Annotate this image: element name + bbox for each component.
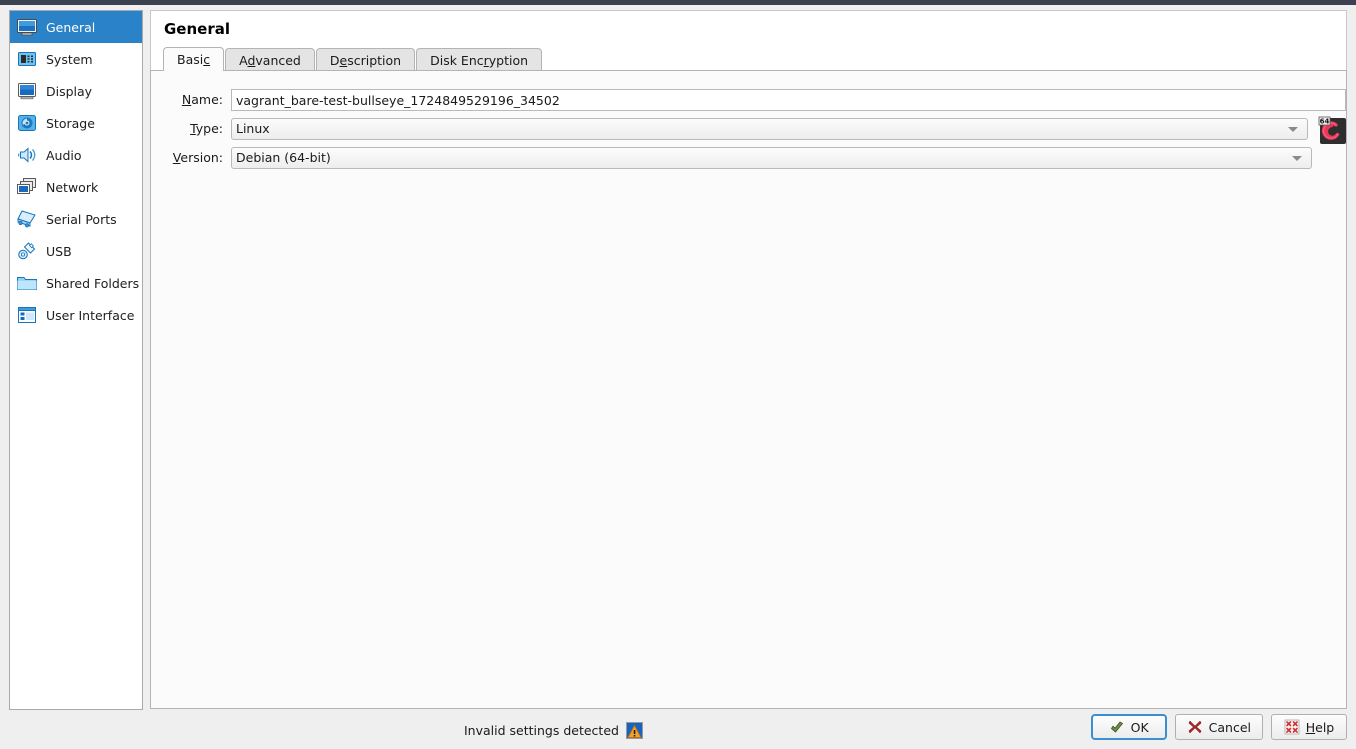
sidebar-item-shared-folders[interactable]: Shared Folders <box>10 267 142 299</box>
tab-description[interactable]: Description <box>315 48 416 71</box>
help-arrows-icon <box>1284 719 1300 735</box>
sidebar-item-user-interface[interactable]: User Interface <box>10 299 142 331</box>
tab-basic[interactable]: Basic <box>163 47 225 71</box>
name-input-value: vagrant_bare-test-bullseye_1724849529196… <box>236 92 560 108</box>
motherboard-icon <box>15 47 39 71</box>
sidebar-item-label: Serial Ports <box>46 211 117 227</box>
sidebar-item-label: User Interface <box>46 307 135 323</box>
name-label: Name: <box>181 92 223 107</box>
sidebar-item-display[interactable]: Display <box>10 75 142 107</box>
sidebar-item-network[interactable]: Network <box>10 171 142 203</box>
sidebar-item-label: System <box>46 51 93 67</box>
status-text: Invalid settings detected <box>464 723 619 738</box>
dialog-buttons: OK Cancel Help <box>1090 714 1347 740</box>
speaker-icon <box>15 143 39 167</box>
tab-disk-encryption[interactable]: Disk Encryption <box>416 48 543 71</box>
tab-label: Disk Enc <box>430 53 484 68</box>
usb-icon <box>15 239 39 263</box>
tab-label: Basi <box>177 52 204 67</box>
network-icon <box>15 175 39 199</box>
cross-icon <box>1187 719 1203 735</box>
sidebar-item-general[interactable]: General <box>10 11 142 43</box>
ok-button[interactable]: OK <box>1090 714 1167 740</box>
general-basic-form: Name: vagrant_bare-test-bullseye_1724849… <box>151 71 1346 172</box>
monitor-icon <box>15 15 39 39</box>
cancel-button[interactable]: Cancel <box>1174 714 1263 740</box>
check-arrow-icon <box>1109 719 1125 735</box>
tab-label-tail: vanced <box>255 53 301 68</box>
debian-os-icon: 64 <box>1316 114 1346 144</box>
version-row: Version: Debian (64-bit) <box>151 143 1346 172</box>
sidebar-item-storage[interactable]: Storage <box>10 107 142 139</box>
chevron-down-icon <box>1292 155 1302 161</box>
harddisk-icon <box>15 111 39 135</box>
sidebar-item-system[interactable]: System <box>10 43 142 75</box>
version-combobox[interactable]: Debian (64-bit) <box>231 146 1312 169</box>
folder-icon <box>15 271 39 295</box>
tab-page-basic: Name: vagrant_bare-test-bullseye_1724849… <box>150 70 1347 709</box>
sidebar-item-label: General <box>46 19 96 35</box>
sidebar-item-label: Audio <box>46 147 82 163</box>
name-input[interactable]: vagrant_bare-test-bullseye_1724849529196… <box>231 88 1346 111</box>
page-title: General <box>164 20 230 38</box>
user-interface-icon <box>15 303 39 327</box>
tab-label: D <box>329 53 340 68</box>
settings-sidebar: General System Display Storage Audio Net… <box>9 10 143 710</box>
warning-icon[interactable] <box>625 722 643 739</box>
tab-label-tail: scription <box>347 53 402 68</box>
name-row: Name: vagrant_bare-test-bullseye_1724849… <box>151 85 1346 114</box>
type-row: Type: Linux 64 <box>151 114 1346 144</box>
sidebar-item-label: Display <box>46 83 93 99</box>
tab-mnemonic: c <box>203 52 211 67</box>
sidebar-item-label: Network <box>46 179 99 195</box>
tab-bar: Basic Advanced Description Disk Encrypti… <box>150 47 1347 71</box>
cancel-button-label: Cancel <box>1208 719 1251 735</box>
display-icon <box>15 79 39 103</box>
sidebar-item-label: Storage <box>46 115 95 131</box>
svg-text:64: 64 <box>1320 117 1330 125</box>
type-label: Type: <box>190 121 223 136</box>
window-top-strip <box>0 0 1356 5</box>
sidebar-item-serial-ports[interactable]: Serial Ports <box>10 203 142 235</box>
status-message: Invalid settings detected <box>464 722 643 739</box>
version-combobox-value: Debian (64-bit) <box>236 150 331 165</box>
help-button[interactable]: Help <box>1271 714 1347 740</box>
type-combobox[interactable]: Linux <box>231 117 1308 140</box>
ok-button-label: OK <box>1130 719 1149 735</box>
help-button-label: Help <box>1305 719 1335 735</box>
sidebar-item-label: USB <box>46 243 72 259</box>
sidebar-item-audio[interactable]: Audio <box>10 139 142 171</box>
serial-port-icon <box>15 207 39 231</box>
chevron-down-icon <box>1288 126 1298 132</box>
version-label: Version: <box>172 150 223 165</box>
settings-panel: General Basic Advanced Description Disk … <box>150 10 1347 710</box>
tab-advanced[interactable]: Advanced <box>225 48 315 71</box>
tab-label-tail: yption <box>488 53 529 68</box>
sidebar-item-label: Shared Folders <box>46 275 140 291</box>
panel-header: General <box>150 10 1347 47</box>
sidebar-item-usb[interactable]: USB <box>10 235 142 267</box>
type-combobox-value: Linux <box>236 121 270 136</box>
